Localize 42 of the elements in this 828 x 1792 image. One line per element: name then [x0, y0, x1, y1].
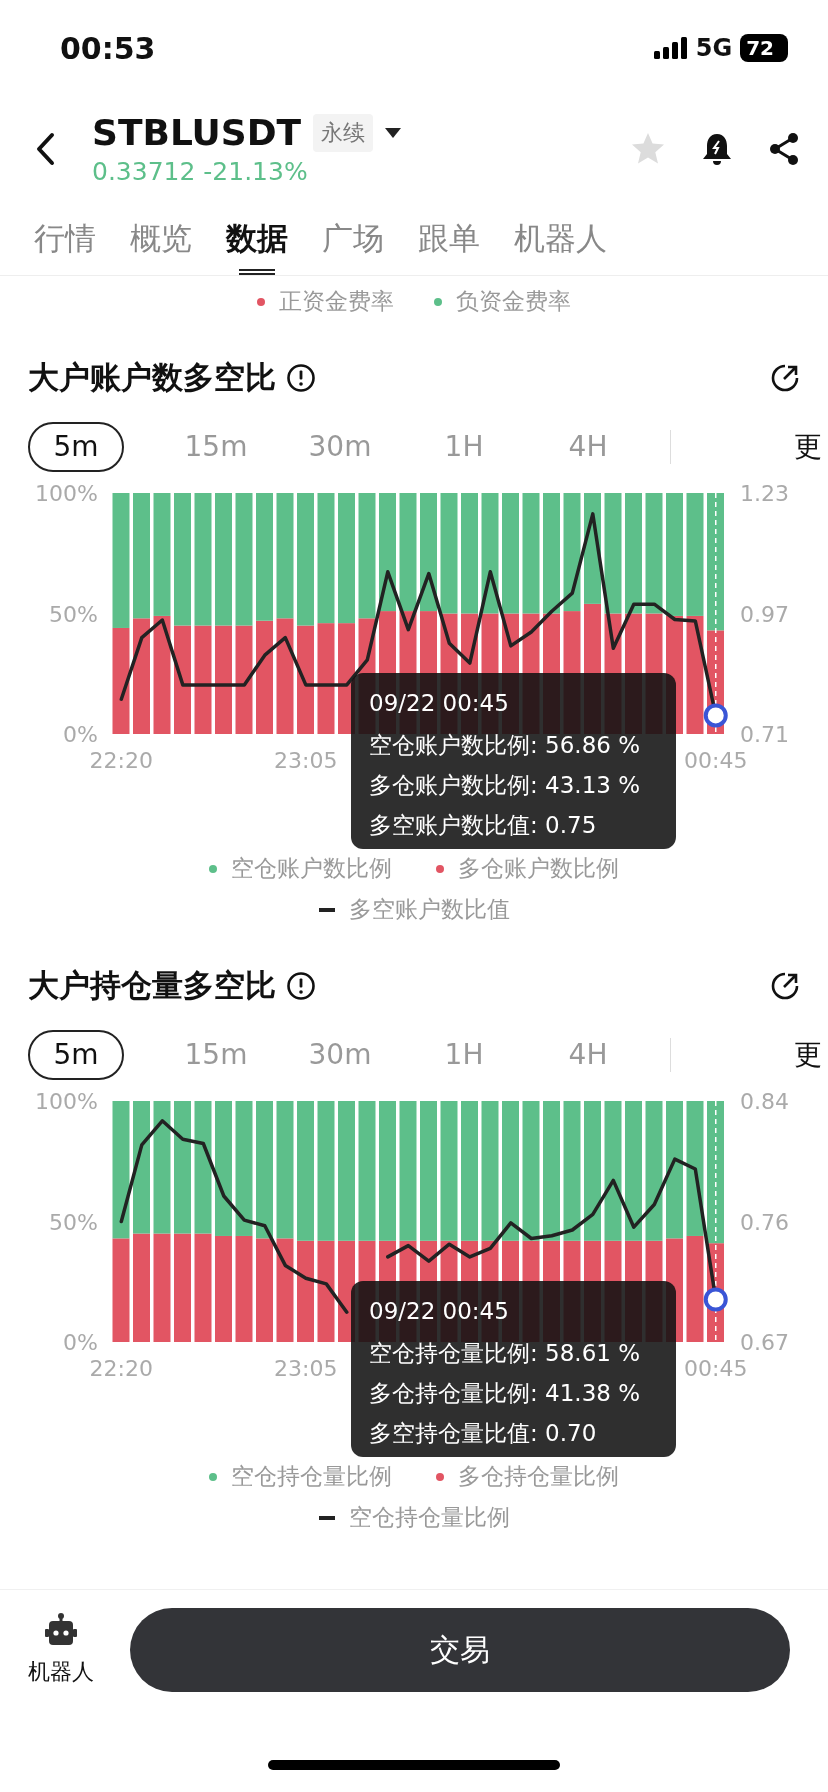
axis-label: 0.97 — [740, 601, 789, 627]
legend-label: 空仓持仓量比例 — [348, 1503, 510, 1532]
legend-label: 空仓账户数比例 — [231, 854, 392, 883]
axis-label: 0.67 — [740, 1330, 789, 1355]
legend-label: 负资金费率 — [456, 287, 571, 316]
status-time: 00:53 — [60, 30, 156, 66]
axis-label: 00:45 — [684, 748, 748, 773]
legend-label: 正资金费率 — [279, 287, 394, 316]
axis-label: 100% — [35, 1089, 98, 1114]
legend-label: 多空账户数比值 — [348, 895, 510, 924]
axis-label: 0.76 — [740, 1209, 789, 1235]
tooltip-text: 多空持仓量比值: 0.70 — [369, 1420, 597, 1446]
axis-label: 0% — [63, 1330, 98, 1355]
axis-label: 50% — [49, 1209, 98, 1235]
tooltip-text: 多仓账户数比例: 43.13 % — [369, 772, 641, 798]
network-label: 5G — [695, 34, 733, 62]
symbol-title: STBLUSDT — [92, 112, 302, 153]
axis-label: 50% — [49, 601, 98, 627]
legend-label: 空仓持仓量比例 — [231, 1462, 392, 1491]
legend-label: 多仓账户数比例 — [458, 854, 619, 883]
axis-label: 100% — [35, 481, 98, 506]
axis-label: 0% — [63, 722, 98, 747]
tooltip-text: 多空账户数比值: 0.75 — [369, 812, 597, 838]
axis-label: 0.71 — [740, 722, 789, 747]
axis-label: 23:05 — [274, 748, 338, 773]
axis-label: 22:20 — [89, 1356, 153, 1381]
tooltip-text: 09/22 00:45 — [369, 690, 509, 716]
section-title: 大户账户数多空比 — [28, 358, 276, 397]
axis-label: 00:45 — [684, 1356, 748, 1381]
axis-label: 22:20 — [89, 748, 153, 773]
axis-label: 0.84 — [740, 1089, 789, 1114]
tooltip-text: 空仓账户数比例: 56.86 % — [369, 732, 641, 758]
tooltip-text: 空仓持仓量比例: 58.61 % — [369, 1340, 641, 1366]
tooltip-text: 09/22 00:45 — [369, 1298, 509, 1324]
axis-label: 23:05 — [274, 1356, 338, 1381]
axis-label: 1.23 — [740, 481, 789, 506]
section-title: 大户持仓量多空比 — [28, 966, 276, 1005]
price-change: 0.33712 -21.13% — [92, 157, 309, 186]
battery-level: 72 — [740, 34, 788, 62]
tooltip-text: 多仓持仓量比例: 41.38 % — [369, 1380, 641, 1406]
legend-label: 多仓持仓量比例 — [458, 1462, 619, 1491]
contract-badge: 永续 — [313, 113, 374, 152]
